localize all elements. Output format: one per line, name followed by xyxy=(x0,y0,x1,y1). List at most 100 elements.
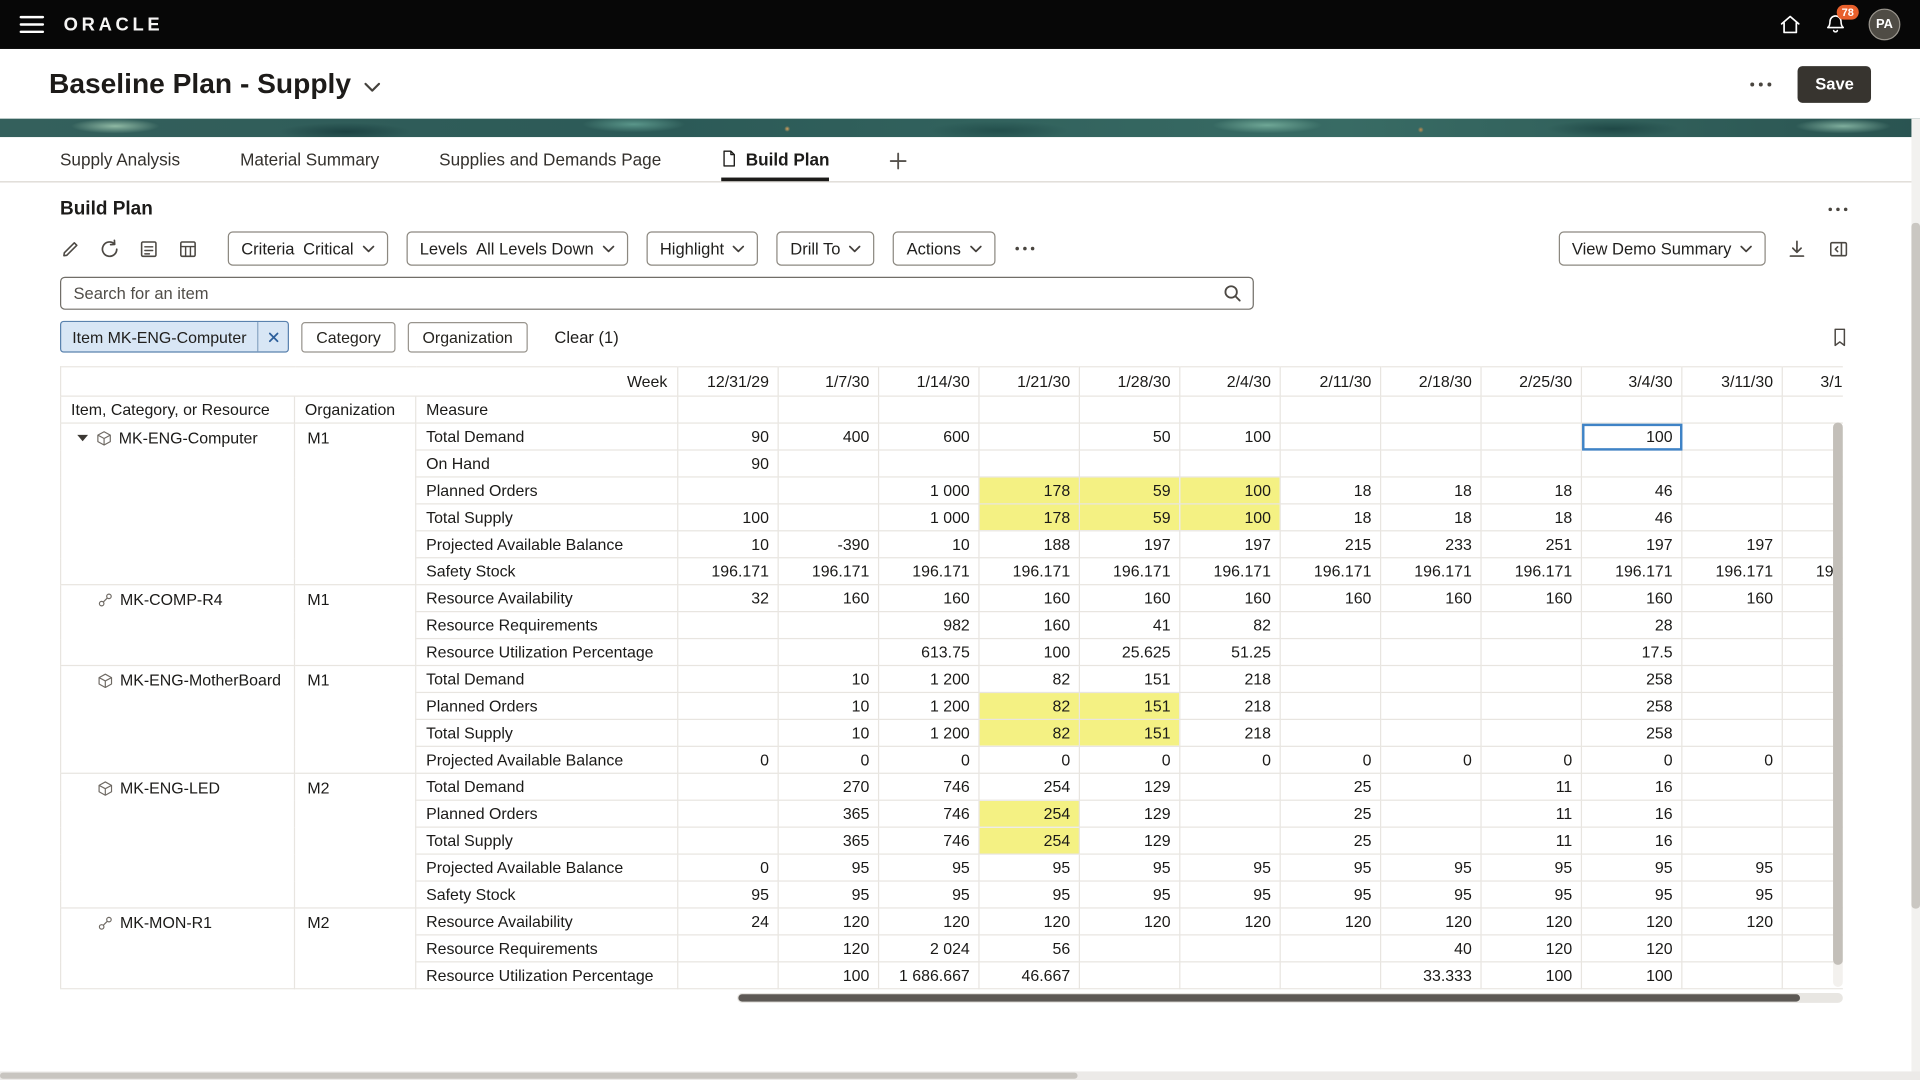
item-cell[interactable]: MK-ENG-Computer xyxy=(61,423,295,585)
home-icon[interactable] xyxy=(1778,12,1802,36)
grid-cell[interactable] xyxy=(1682,612,1782,639)
grid-cell[interactable]: 95 xyxy=(1381,854,1481,881)
grid-cell[interactable]: 100 xyxy=(1481,962,1581,989)
grid-cell[interactable]: 120 xyxy=(1381,908,1481,935)
grid-cell[interactable]: 51.25 xyxy=(1180,639,1280,666)
grid-cell[interactable]: 1 000 xyxy=(879,504,979,531)
grid-cell[interactable]: 95 xyxy=(778,854,878,881)
avatar[interactable]: PA xyxy=(1869,9,1901,41)
grid-cell[interactable]: 95 xyxy=(1682,854,1782,881)
actions-dropdown[interactable]: Actions xyxy=(893,231,995,265)
grid-horizontal-scrollbar-thumb[interactable] xyxy=(738,994,1799,1001)
levels-dropdown[interactable]: LevelsAll Levels Down xyxy=(406,231,628,265)
grid-cell[interactable]: 196.171 xyxy=(1280,558,1380,585)
grid-cell[interactable]: 95 xyxy=(1481,854,1581,881)
toolbar-more-actions-icon[interactable] xyxy=(1013,245,1035,252)
grid-cell[interactable]: 10 xyxy=(778,719,878,746)
grid-cell[interactable]: 196.171 xyxy=(1079,558,1179,585)
grid-cell[interactable]: 120 xyxy=(1581,908,1681,935)
grid-cell[interactable]: 46 xyxy=(1581,477,1681,504)
grid-cell[interactable] xyxy=(1682,935,1782,962)
grid-cell[interactable]: 120 xyxy=(1581,935,1681,962)
grid-cell[interactable]: 95 xyxy=(1581,854,1681,881)
remove-filter-icon[interactable] xyxy=(258,322,289,351)
grid-cell[interactable]: 196.171 xyxy=(1481,558,1581,585)
grid-cell[interactable]: 0 xyxy=(1381,746,1481,773)
grid-cell[interactable]: 82 xyxy=(1180,612,1280,639)
grid-cell[interactable]: 160 xyxy=(1481,585,1581,612)
grid-cell[interactable] xyxy=(1682,692,1782,719)
view-dropdown[interactable]: View Demo Summary xyxy=(1558,231,1765,265)
grid-cell[interactable]: 160 xyxy=(1381,585,1481,612)
grid-cell[interactable]: 100 xyxy=(1581,962,1681,989)
grid-cell[interactable] xyxy=(1481,692,1581,719)
grid-cell[interactable]: 120 xyxy=(1280,908,1380,935)
grid-cell[interactable]: 10 xyxy=(879,531,979,558)
grid-cell[interactable]: 56 xyxy=(979,935,1079,962)
grid-cell[interactable]: 196.171 xyxy=(1180,558,1280,585)
grid-cell[interactable]: 95 xyxy=(979,854,1079,881)
grid-cell[interactable]: 10 xyxy=(778,692,878,719)
grid-cell[interactable]: 254 xyxy=(979,800,1079,827)
grid-cell[interactable]: 95 xyxy=(1581,881,1681,908)
category-filter-button[interactable]: Category xyxy=(302,321,396,352)
grid-cell[interactable]: 2 024 xyxy=(879,935,979,962)
grid-cell[interactable] xyxy=(1682,827,1782,854)
grid-cell[interactable]: 1 000 xyxy=(879,477,979,504)
grid-cell[interactable]: 33.333 xyxy=(1381,962,1481,989)
week-header[interactable]: 1/21/30 xyxy=(979,367,1079,396)
grid-cell[interactable]: 18 xyxy=(1280,504,1380,531)
grid-cell[interactable] xyxy=(1381,773,1481,800)
week-header[interactable]: 1/14/30 xyxy=(879,367,979,396)
grid-cell[interactable]: 270 xyxy=(778,773,878,800)
grid-cell[interactable]: 0 xyxy=(1180,746,1280,773)
plan-title-dropdown[interactable]: Baseline Plan - Supply xyxy=(49,67,380,100)
item-filter-chip[interactable]: Item MK-ENG-Computer xyxy=(60,321,289,353)
grid-cell[interactable]: 50 xyxy=(1079,423,1179,450)
grid-cell[interactable]: 120 xyxy=(1481,935,1581,962)
grid-cell[interactable]: 196.171 xyxy=(1381,558,1481,585)
grid-cell[interactable] xyxy=(678,719,778,746)
week-header[interactable]: 3/4/30 xyxy=(1581,367,1681,396)
grid-cell[interactable]: 0 xyxy=(1682,746,1782,773)
grid-cell[interactable] xyxy=(1280,666,1380,693)
tab-supplies-and-demands[interactable]: Supplies and Demands Page xyxy=(439,137,661,181)
grid-cell[interactable]: 746 xyxy=(879,827,979,854)
grid-cell[interactable]: 95 xyxy=(1180,881,1280,908)
grid-cell[interactable]: 129 xyxy=(1079,827,1179,854)
grid-cell[interactable] xyxy=(1180,773,1280,800)
grid-cell[interactable] xyxy=(678,935,778,962)
grid-cell[interactable]: 46 xyxy=(1581,504,1681,531)
grid-cell[interactable]: 120 xyxy=(979,908,1079,935)
grid-cell[interactable]: 0 xyxy=(778,746,878,773)
expand-caret-icon[interactable] xyxy=(76,431,89,444)
grid-cell[interactable] xyxy=(1682,962,1782,989)
grid-cell[interactable]: 218 xyxy=(1180,692,1280,719)
grid-cell[interactable]: 17.5 xyxy=(1581,639,1681,666)
grid-cell[interactable] xyxy=(1280,962,1380,989)
week-header[interactable]: 1/28/30 xyxy=(1079,367,1179,396)
grid-cell[interactable]: 25 xyxy=(1280,800,1380,827)
grid-cell[interactable]: 95 xyxy=(1180,854,1280,881)
grid-horizontal-scrollbar[interactable] xyxy=(737,993,1843,1003)
grid-cell[interactable]: 18 xyxy=(1381,504,1481,531)
item-cell[interactable]: MK-COMP-R4 xyxy=(61,585,295,666)
grid-cell[interactable]: 188 xyxy=(979,531,1079,558)
grid-cell[interactable]: 129 xyxy=(1079,773,1179,800)
grid-cell[interactable]: 100 xyxy=(1180,423,1280,450)
grid-cell[interactable]: 95 xyxy=(1280,881,1380,908)
grid-cell[interactable]: 59 xyxy=(1079,504,1179,531)
grid-cell[interactable]: 196.171 xyxy=(678,558,778,585)
grid-cell[interactable]: 196.171 xyxy=(879,558,979,585)
grid-cell[interactable]: 982 xyxy=(879,612,979,639)
grid-cell[interactable]: 46.667 xyxy=(979,962,1079,989)
grid-cell[interactable]: 365 xyxy=(778,827,878,854)
grid-cell[interactable]: 258 xyxy=(1581,692,1681,719)
grid-cell[interactable]: 95 xyxy=(979,881,1079,908)
grid-cell[interactable]: 10 xyxy=(678,531,778,558)
grid-cell[interactable] xyxy=(1180,935,1280,962)
grid-cell[interactable] xyxy=(1682,450,1782,477)
grid-cell[interactable]: 11 xyxy=(1481,827,1581,854)
grid-cell[interactable]: 0 xyxy=(678,854,778,881)
notifications-bell-icon[interactable]: 78 xyxy=(1823,12,1847,36)
